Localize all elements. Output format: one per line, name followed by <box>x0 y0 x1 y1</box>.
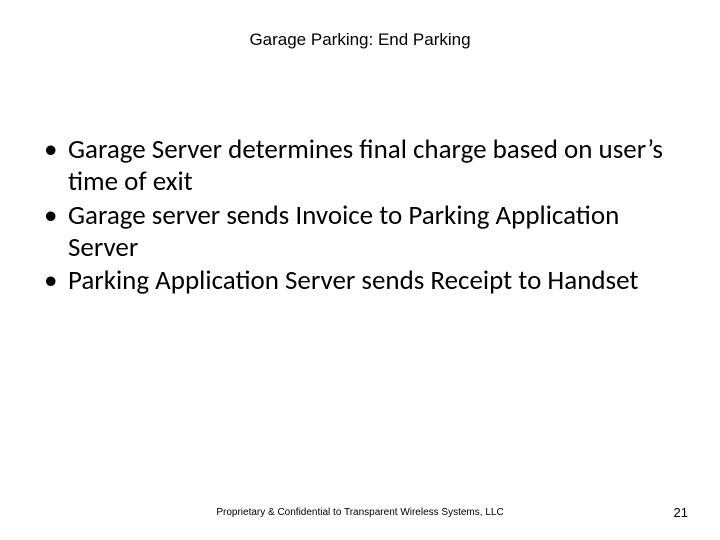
bullet-item: Garage Server determines final charge ba… <box>38 134 682 198</box>
bullet-item: Garage server sends Invoice to Parking A… <box>38 200 682 264</box>
slide-content: Garage Server determines final charge ba… <box>38 134 682 299</box>
bullet-item: Parking Application Server sends Receipt… <box>38 265 682 297</box>
slide-title: Garage Parking: End Parking <box>0 30 720 50</box>
page-number: 21 <box>674 505 688 520</box>
slide: Garage Parking: End Parking Garage Serve… <box>0 0 720 540</box>
bullet-list: Garage Server determines final charge ba… <box>38 134 682 297</box>
footer-text: Proprietary & Confidential to Transparen… <box>0 507 720 518</box>
